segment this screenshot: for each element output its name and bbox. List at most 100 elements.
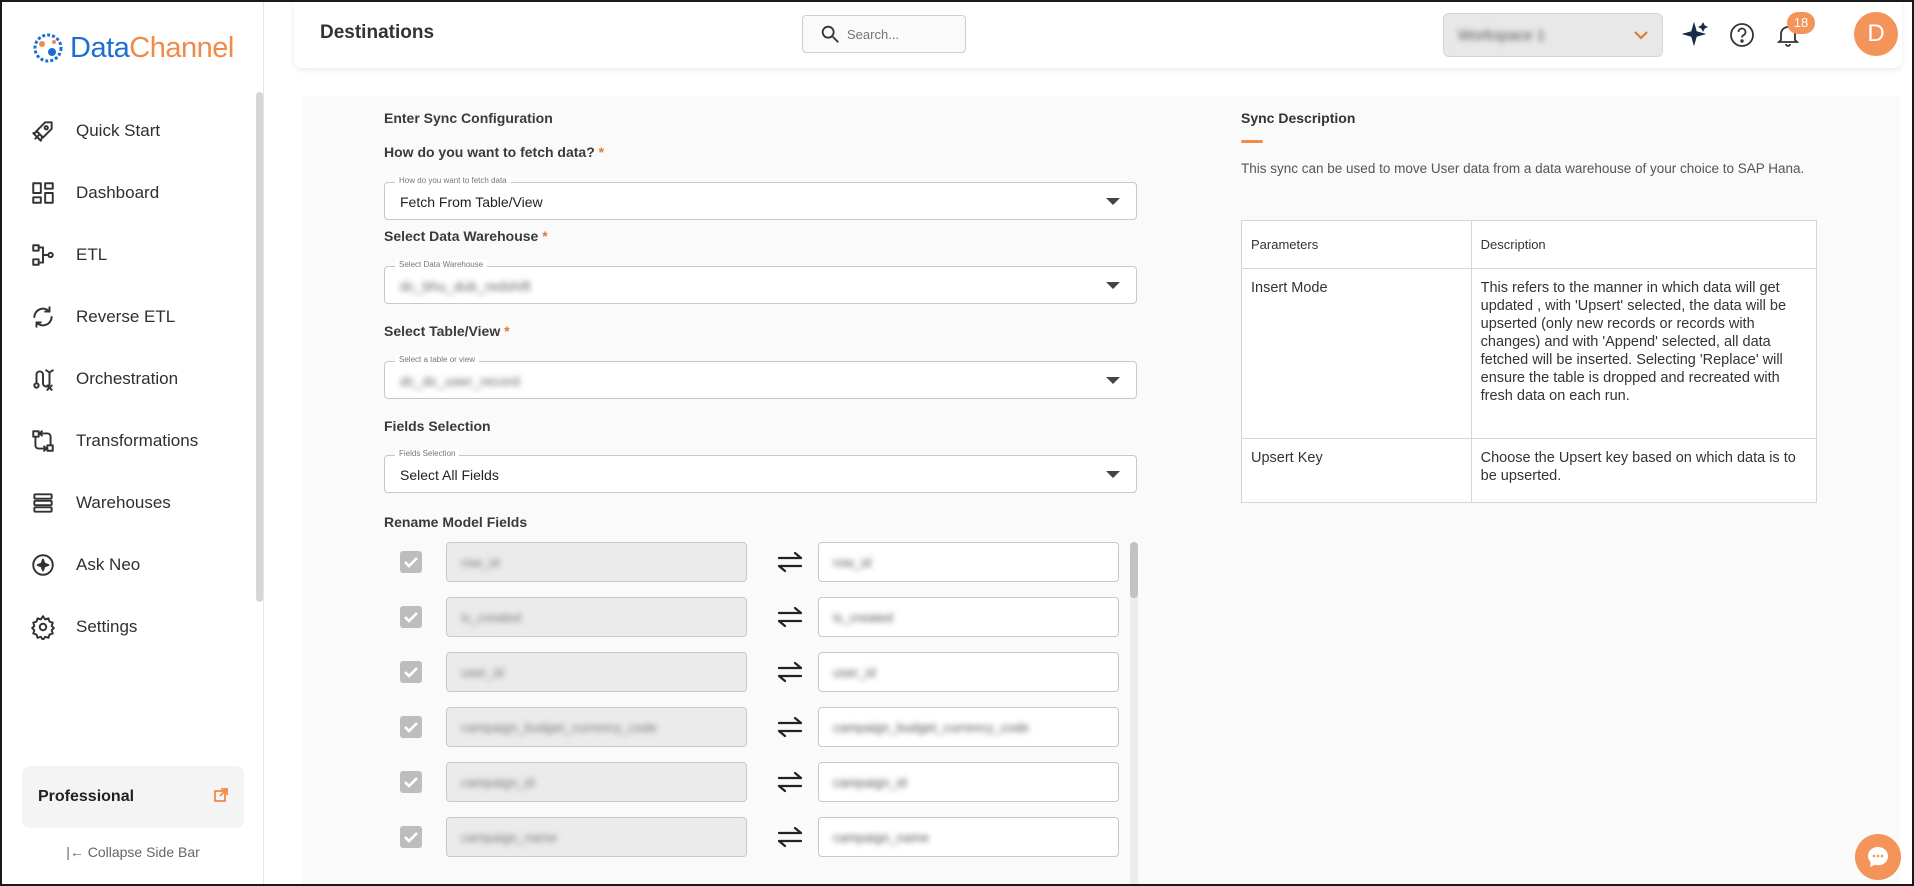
fields-label: Fields Selection (384, 418, 491, 434)
target-field[interactable]: user_id (818, 652, 1119, 692)
fields-value: Select All Fields (400, 467, 499, 483)
orchestration-icon (30, 366, 56, 392)
swap-arrows-icon (776, 825, 804, 849)
sidebar-scrollbar[interactable] (256, 92, 263, 602)
source-field: user_id (446, 652, 747, 692)
caret-down-icon (1106, 471, 1120, 478)
row-checkbox[interactable] (400, 716, 422, 738)
fetch-method-select[interactable]: How do you want to fetch data Fetch From… (384, 176, 1137, 220)
fields-select[interactable]: Fields Selection Select All Fields (384, 449, 1137, 493)
swap-arrows-icon (776, 715, 804, 739)
target-field[interactable]: is_created (818, 597, 1119, 637)
table-row: Insert Mode This refers to the manner in… (1241, 268, 1818, 439)
search-icon (821, 25, 839, 43)
row-checkbox[interactable] (400, 606, 422, 628)
param-desc: Choose the Upsert key based on which dat… (1470, 438, 1818, 503)
sparkle-ai-button[interactable] (1680, 19, 1712, 51)
fetch-float-label: How do you want to fetch data (395, 176, 511, 185)
source-field: campaign_budget_currency_code (446, 707, 747, 747)
table-float-label: Select a table or view (395, 355, 480, 364)
table-header-row: Parameters Description (1241, 220, 1818, 269)
sidebar-item-label: Quick Start (76, 121, 161, 140)
sidebar-item-reverse-etl[interactable]: Reverse ETL (2, 286, 252, 348)
caret-down-icon (1106, 282, 1120, 289)
target-field[interactable]: campaign_id (818, 762, 1119, 802)
main-content: Enter Sync Configuration How do you want… (302, 96, 1900, 884)
sidebar-item-etl[interactable]: ETL (2, 224, 252, 286)
sidebar-item-warehouses[interactable]: Warehouses (2, 472, 252, 534)
swap-arrows-icon (776, 660, 804, 684)
table-row: Upsert Key Choose the Upsert key based o… (1241, 438, 1818, 503)
sync-config-title: Enter Sync Configuration (384, 110, 553, 126)
plan-card[interactable]: Professional (22, 766, 244, 828)
column-header: Parameters (1241, 220, 1472, 269)
sync-description-title: Sync Description (1241, 110, 1356, 126)
page-title: Destinations (320, 22, 435, 43)
check-icon (404, 612, 418, 623)
row-checkbox[interactable] (400, 551, 422, 573)
chevron-down-icon (1634, 31, 1648, 40)
sidebar-item-quick-start[interactable]: Quick Start (2, 100, 252, 162)
warehouse-float-label: Select Data Warehouse (395, 260, 488, 269)
sidebar-nav: Quick Start Dashboard ETL Reverse ETL Or… (2, 100, 252, 658)
sidebar-item-label: Warehouses (76, 493, 171, 512)
sidebar-item-label: Ask Neo (76, 555, 141, 574)
title-underline (1241, 140, 1263, 143)
workspace-name: Workspace 1 (1458, 26, 1546, 44)
reverse-etl-icon (30, 304, 56, 330)
collapse-sidebar-button[interactable]: |← Collapse Side Bar (2, 844, 264, 860)
param-name: Insert Mode (1241, 268, 1472, 439)
column-header: Description (1470, 220, 1818, 269)
plan-name: Professional (38, 788, 135, 805)
caret-down-icon (1106, 198, 1120, 205)
sidebar: DataChannel Quick Start Dashboard ETL Re… (2, 2, 264, 884)
check-icon (404, 667, 418, 678)
check-icon (404, 832, 418, 843)
chat-icon (1868, 847, 1888, 867)
top-header: Destinations Workspace 1 18 D (294, 2, 1902, 68)
logo-text: DataChannel (70, 31, 234, 64)
warehouse-select[interactable]: Select Data Warehouse dc_bhu_dub_redshif… (384, 260, 1137, 304)
app-window: DataChannel Quick Start Dashboard ETL Re… (0, 0, 1914, 886)
logo[interactable]: DataChannel (30, 30, 234, 66)
sidebar-item-orchestration[interactable]: Orchestration (2, 348, 252, 410)
search-box[interactable] (802, 15, 966, 53)
gear-icon (30, 614, 56, 640)
target-field[interactable]: campaign_budget_currency_code (818, 707, 1119, 747)
chat-support-button[interactable] (1855, 834, 1901, 880)
check-icon (404, 777, 418, 788)
fetch-label: How do you want to fetch data? * (384, 144, 605, 160)
transformations-icon (30, 428, 56, 454)
avatar[interactable]: D (1854, 12, 1898, 56)
workspace-selector[interactable]: Workspace 1 (1443, 13, 1663, 57)
external-link-icon[interactable] (214, 787, 228, 807)
source-field: is_created (446, 597, 747, 637)
row-checkbox[interactable] (400, 771, 422, 793)
sidebar-item-settings[interactable]: Settings (2, 596, 252, 658)
fetch-value: Fetch From Table/View (400, 194, 543, 210)
ask-neo-icon (30, 552, 56, 578)
table-row: campaign_budget_currency_code campaign_b… (384, 707, 1137, 747)
table-value: dc_dc_user_record (400, 373, 520, 389)
rename-title: Rename Model Fields (384, 514, 528, 530)
target-field[interactable]: campaign_name (818, 817, 1119, 857)
rocket-icon (30, 118, 56, 144)
row-checkbox[interactable] (400, 661, 422, 683)
help-icon (1730, 23, 1754, 47)
search-input[interactable] (847, 26, 957, 42)
sidebar-item-dashboard[interactable]: Dashboard (2, 162, 252, 224)
sidebar-item-transformations[interactable]: Transformations (2, 410, 252, 472)
scrollbar-thumb[interactable] (1130, 542, 1138, 598)
sidebar-item-label: ETL (76, 245, 108, 264)
target-field[interactable]: row_id (818, 542, 1119, 582)
sidebar-item-ask-neo[interactable]: Ask Neo (2, 534, 252, 596)
rows-scrollbar[interactable] (1130, 542, 1138, 884)
row-checkbox[interactable] (400, 826, 422, 848)
caret-down-icon (1106, 377, 1120, 384)
param-name: Upsert Key (1241, 438, 1472, 503)
sidebar-item-label: Dashboard (76, 183, 160, 202)
help-button[interactable] (1726, 19, 1758, 51)
check-icon (404, 557, 418, 568)
table-row: user_id user_id (384, 652, 1137, 692)
table-select[interactable]: Select a table or view dc_dc_user_record (384, 355, 1137, 399)
